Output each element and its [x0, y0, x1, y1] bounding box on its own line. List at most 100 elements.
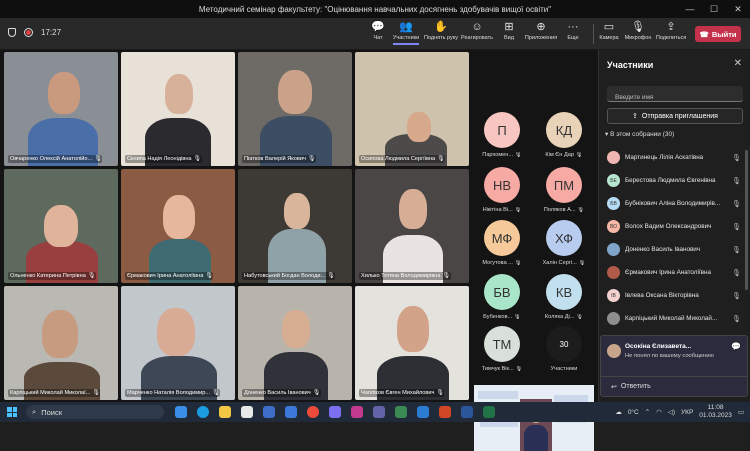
mail-icon[interactable] — [263, 406, 275, 418]
raise-hand-button[interactable]: ✋ Поднять руку — [424, 21, 458, 41]
video-tile[interactable]: Ольненко Катерина Петрівна 🎙 — [4, 169, 118, 283]
powerpoint-icon[interactable] — [439, 406, 451, 418]
avatar — [607, 151, 620, 164]
video-tile[interactable]: Хилько Тетяна Володимирівна 🎙 — [355, 169, 469, 283]
list-item[interactable]: ВО Волох Вадим Олександрович 🎙 — [599, 215, 749, 238]
list-item[interactable]: Доненко Василь Іванович 🎙 — [599, 238, 749, 261]
video-tile[interactable]: Піатков Валерій Якович 🎙 — [238, 52, 352, 166]
video-tile[interactable]: Єрмакович Ірина Анатоліївна 🎙 — [121, 169, 235, 283]
mic-off-icon: 🎙 — [732, 177, 741, 185]
invite-label: Отправка приглашения — [641, 112, 718, 120]
participants-button[interactable]: 👥 Участники — [389, 21, 423, 45]
leave-button[interactable]: ☎ Выйти — [695, 26, 741, 42]
clock[interactable]: 11:08 01.03.2023 — [699, 404, 732, 420]
video-tile[interactable]: Набутовський Богдан Володи... 🎙 — [238, 169, 352, 283]
keyboard-language[interactable]: УКР — [681, 409, 693, 416]
video-tile[interactable]: Осипова Людмила Сергіївна 🎙 — [355, 52, 469, 166]
reply-button[interactable]: ↩ Ответить — [601, 376, 747, 396]
teams-icon[interactable] — [373, 406, 385, 418]
taskbar: ⌕ Поиск ☁ 0°C ⌃ ◠ ◁) УКР 11:08 01.03.202… — [0, 402, 750, 422]
chat-notification[interactable]: Осокіна Єлизавета... Не понял по вашему … — [600, 335, 748, 397]
video-tile[interactable]: Карпіцький Миколай Миколаї... 🎙 — [4, 286, 118, 400]
edge-icon[interactable] — [197, 406, 209, 418]
list-item[interactable]: БВ Бубнікович Аліна Володимирів... 🎙 — [599, 192, 749, 215]
avatar-name: Участники — [550, 366, 578, 372]
windows-start-icon[interactable] — [7, 407, 17, 417]
taskview-icon[interactable] — [175, 406, 187, 418]
mic-off-icon: 🎙 — [575, 314, 584, 320]
volume-icon[interactable]: ◁) — [668, 408, 675, 416]
video-tile[interactable]: Доненко Василь Іванович 🎙 — [238, 286, 352, 400]
chat-icon: 💬 — [371, 21, 385, 33]
message-preview: Не понял по вашему сообщению — [625, 353, 714, 359]
notification-icon[interactable]: ▭ — [738, 408, 744, 416]
participant-avatar[interactable]: ТМ Тимчук Вік... 🎙 — [472, 326, 532, 372]
mic-off-icon: 🎙 — [575, 152, 583, 158]
taskbar-search[interactable]: ⌕ Поиск — [26, 405, 164, 419]
chrome-icon[interactable] — [307, 406, 319, 418]
scrollbar[interactable] — [745, 150, 748, 290]
participant-avatar[interactable]: МФ Могутова ... 🎙 — [472, 220, 532, 266]
wifi-icon[interactable]: ◠ — [656, 408, 662, 416]
maximize-icon[interactable]: ☐ — [702, 0, 726, 18]
mic-off-icon: 🎙 — [307, 156, 316, 162]
system-tray: ☁ 0°C ⌃ ◠ ◁) УКР 11:08 01.03.2023 ▭ — [615, 404, 744, 420]
list-item[interactable]: Карпіцький Миколай Миколай... 🎙 — [599, 307, 749, 330]
search-input[interactable] — [607, 90, 743, 105]
avatar: ХФ — [546, 220, 582, 256]
chevron-up-icon[interactable]: ⌃ — [645, 408, 650, 416]
video-tile[interactable]: Овчаренко Олексій Анатолійо... 🎙 — [4, 52, 118, 166]
participant-avatar[interactable]: ХФ Халін Сергі... 🎙 — [534, 220, 594, 266]
video-tile[interactable]: Марченко Наталія Володимир... 🎙 — [121, 286, 235, 400]
tile-name: Овчаренко Олексій Анатолійо... 🎙 — [8, 155, 103, 163]
excel-icon[interactable] — [483, 406, 495, 418]
participant-name: Доненко Василь Іванович — [625, 246, 701, 253]
video-tile[interactable]: Скнипа Надія Леонідівна 🎙 — [121, 52, 235, 166]
share-button[interactable]: ⇪ Поделиться — [654, 21, 688, 41]
settings-icon[interactable] — [285, 406, 297, 418]
file-explorer-icon[interactable] — [219, 406, 231, 418]
outlook-icon[interactable] — [417, 406, 429, 418]
mic-off-icon: 🎙 — [515, 366, 523, 372]
mic-off-icon: 🎙 — [514, 207, 522, 213]
word-icon[interactable] — [461, 406, 473, 418]
list-item[interactable]: Єрмакович Ірина Анатоліївна 🎙 — [599, 261, 749, 284]
participant-avatar[interactable]: БВ Бубенков... 🎙 — [472, 274, 532, 320]
list-item[interactable]: Мартинець Лілія Аскатівна 🎙 — [599, 146, 749, 169]
apps-button[interactable]: ⊕ Приложения — [524, 21, 558, 41]
tile-name: Марченко Наталія Володимир... 🎙 — [125, 389, 221, 397]
app-icon[interactable] — [395, 406, 407, 418]
video-tile[interactable]: Чапліков Євген Михайлович 🎙 — [355, 286, 469, 400]
participant-avatar[interactable]: КВ Коляка Ді... 🎙 — [534, 274, 594, 320]
viber-icon[interactable] — [329, 406, 341, 418]
send-invite-button[interactable]: ⇪ Отправка приглашения — [607, 108, 743, 124]
minimize-icon[interactable]: — — [678, 0, 702, 18]
participant-avatar[interactable]: НВ Нікітіна Ві... 🎙 — [472, 167, 532, 213]
more-button[interactable]: ··· Еще — [556, 21, 590, 41]
search-label: Поиск — [41, 407, 62, 417]
view-label: Вид — [504, 35, 514, 41]
weather-icon: ☁ — [615, 409, 622, 416]
avatar: ТМ — [484, 326, 520, 362]
close-icon[interactable]: ✕ — [734, 58, 742, 69]
more-participants-button[interactable]: 30 Участники — [534, 326, 594, 372]
list-item[interactable]: ІВ Івлева Оксана Вікторівна 🎙 — [599, 284, 749, 307]
app-icon[interactable] — [351, 406, 363, 418]
view-button[interactable]: ⊞ Вид — [492, 21, 526, 41]
participant-avatar[interactable]: П Пархомен... 🎙 — [472, 112, 532, 158]
mic-off-icon: 🎙 — [94, 156, 102, 162]
close-icon[interactable]: ✕ — [726, 0, 750, 18]
reply-arrow-icon: ↩ — [611, 383, 617, 391]
avatar: ВО — [607, 220, 620, 233]
react-button[interactable]: ☺ Реагировать — [460, 21, 494, 41]
mic-button[interactable]: 🎙 Микрофон — [621, 21, 655, 41]
store-icon[interactable] — [241, 406, 253, 418]
person-face — [157, 308, 195, 356]
participant-avatar[interactable]: КД Кім Єн Дар 🎙 — [534, 112, 594, 158]
list-item[interactable]: БЕ Берестова Людмила Євгенівна 🎙 — [599, 169, 749, 192]
chat-bubble-icon: 💬 — [731, 342, 741, 351]
section-header[interactable]: ▾ В этом собрании (30) — [605, 130, 674, 138]
participant-name: Єрмакович Ірина Анатоліївна — [625, 269, 711, 276]
tile-name: Доненко Василь Іванович 🎙 — [242, 389, 321, 397]
participant-avatar[interactable]: ПМ Поляков А... 🎙 — [534, 167, 594, 213]
